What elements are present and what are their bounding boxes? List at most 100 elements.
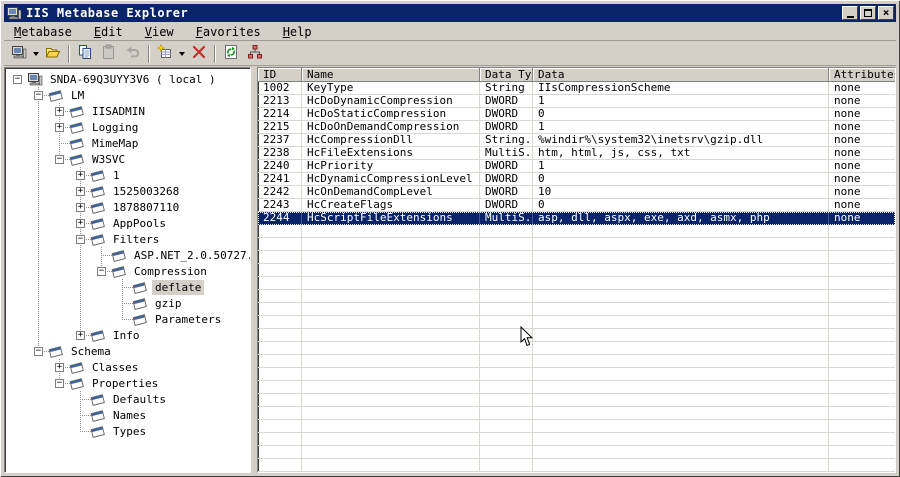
- cell-data: [533, 264, 829, 277]
- tree-item[interactable]: +1525003268: [5, 183, 250, 199]
- cell-name: [302, 225, 480, 238]
- table-row[interactable]: 1002 KeyType String IIsCompressionScheme non…: [258, 82, 895, 95]
- menu-item-edit[interactable]: Edit: [86, 24, 131, 40]
- column-header-name[interactable]: Name: [302, 68, 480, 82]
- tree-item-label: LM: [71, 88, 85, 102]
- close-icon: ×: [882, 6, 890, 19]
- table-row[interactable]: 2237HcCompressionDllString...%windir%\sy…: [258, 134, 895, 147]
- tree-item[interactable]: + Info: [5, 327, 250, 343]
- tree-view-button[interactable]: [243, 43, 267, 65]
- column-header-data-type[interactable]: Data Type: [480, 68, 533, 82]
- empty-table-row: [258, 342, 895, 355]
- table-row[interactable]: 2242 HcOnDemandCompLevel DWORD 10 none: [258, 186, 895, 199]
- tree-item[interactable]: +1: [5, 167, 250, 183]
- tree-item[interactable]: + IISADMIN: [5, 103, 250, 119]
- paste-icon: [101, 44, 117, 64]
- empty-table-row: [258, 368, 895, 381]
- expand-plus-icon[interactable]: +: [76, 218, 85, 228]
- cell-attributes: [829, 316, 895, 329]
- cell-name: [302, 407, 480, 420]
- key-icon: [69, 119, 85, 135]
- minimize-button[interactable]: [842, 6, 858, 20]
- table-row[interactable]: 2244HcScriptFileExtensionsMultiS...asp, …: [258, 212, 895, 225]
- expand-plus-icon[interactable]: +: [76, 170, 85, 180]
- column-header-id[interactable]: ID: [258, 68, 302, 82]
- cell-data: [533, 420, 829, 433]
- maximize-button[interactable]: [860, 6, 876, 20]
- chevron-down-icon: [179, 51, 185, 56]
- key-icon: [90, 391, 106, 407]
- tree-item[interactable]: − Properties: [5, 375, 250, 391]
- tree-item[interactable]: − Schema: [5, 343, 250, 359]
- expand-plus-icon[interactable]: +: [55, 122, 64, 132]
- tree-item[interactable]: − Filters: [5, 231, 250, 247]
- tree-item[interactable]: − Compression: [5, 263, 250, 279]
- tree-item[interactable]: deflate: [5, 279, 250, 295]
- cell-data-type: [480, 407, 533, 420]
- cell-name: HcDoStaticCompression: [302, 108, 480, 121]
- cell-data: [533, 355, 829, 368]
- tree-item-label: Names: [113, 408, 147, 422]
- tree-item[interactable]: Types: [5, 423, 250, 439]
- menu-item-help[interactable]: Help: [275, 24, 320, 40]
- cell-data: 1: [533, 160, 829, 173]
- expand-plus-icon[interactable]: +: [76, 202, 85, 212]
- tree-item[interactable]: − SNDA-69Q3UYY3V6 ( local ): [5, 71, 250, 87]
- menu-item-view[interactable]: View: [137, 24, 182, 40]
- tree-item[interactable]: − LM: [5, 87, 250, 103]
- undo-button[interactable]: [121, 43, 145, 65]
- open-button[interactable]: [41, 43, 65, 65]
- cell-name: [302, 433, 480, 446]
- cell-data-type: DWORD: [480, 108, 533, 121]
- empty-table-row: [258, 251, 895, 264]
- table-row[interactable]: 2241 HcDynamicCompressionLevel DWORD 0 none: [258, 173, 895, 186]
- table-row[interactable]: 2215 HcDoOnDemandCompression DWORD 1 none: [258, 121, 895, 134]
- copy-button[interactable]: [73, 43, 97, 65]
- expand-plus-icon[interactable]: +: [55, 362, 64, 372]
- tree-item[interactable]: + Classes: [5, 359, 250, 375]
- connect-button[interactable]: [7, 43, 31, 65]
- collapse-minus-icon[interactable]: −: [55, 378, 64, 388]
- tree-item[interactable]: gzip: [5, 295, 250, 311]
- tree-item-label: Defaults: [113, 392, 166, 406]
- collapse-minus-icon[interactable]: −: [97, 266, 106, 276]
- tree-item[interactable]: MimeMap: [5, 135, 250, 151]
- tree-item[interactable]: +1878807110: [5, 199, 250, 215]
- column-header-data[interactable]: Data: [533, 68, 829, 82]
- new-record-button[interactable]: [153, 43, 177, 65]
- table-row[interactable]: 2214 HcDoStaticCompression DWORD 0 none: [258, 108, 895, 121]
- tree-item[interactable]: + Logging: [5, 119, 250, 135]
- paste-button[interactable]: [97, 43, 121, 65]
- collapse-minus-icon[interactable]: −: [55, 154, 64, 164]
- open-folder-icon: [45, 44, 61, 64]
- tree-item[interactable]: − W3SVC: [5, 151, 250, 167]
- tree-item[interactable]: Names: [5, 407, 250, 423]
- expand-plus-icon[interactable]: +: [76, 330, 85, 340]
- close-button[interactable]: ×: [878, 6, 894, 20]
- cell-data: [533, 342, 829, 355]
- refresh-button[interactable]: [219, 43, 243, 65]
- expand-plus-icon[interactable]: +: [55, 106, 64, 116]
- table-row[interactable]: 2243 HcCreateFlags DWORD 0 none: [258, 199, 895, 212]
- tree-item[interactable]: ASP.NET_2.0.50727.0: [5, 247, 250, 263]
- cell-data-type: DWORD: [480, 160, 533, 173]
- collapse-minus-icon[interactable]: −: [34, 90, 43, 100]
- new-record-button-dropdown[interactable]: [177, 43, 187, 65]
- expand-plus-icon[interactable]: +: [76, 186, 85, 196]
- collapse-minus-icon[interactable]: −: [13, 74, 22, 84]
- table-row[interactable]: 2213 HcDoDynamicCompression DWORD 1 none: [258, 95, 895, 108]
- column-header-attributes[interactable]: Attributes: [829, 68, 895, 82]
- table-row[interactable]: 2240 HcPriority DWORD 1 none: [258, 160, 895, 173]
- table-row[interactable]: 2238HcFileExtensionsMultiS...htm, html, …: [258, 147, 895, 160]
- connect-button-dropdown[interactable]: [31, 43, 41, 65]
- collapse-minus-icon[interactable]: −: [34, 346, 43, 356]
- cell-data-type: [480, 316, 533, 329]
- tree-item[interactable]: + AppPools: [5, 215, 250, 231]
- tree-item[interactable]: Parameters: [5, 311, 250, 327]
- menu-item-metabase[interactable]: Metabase: [6, 24, 80, 40]
- delete-button[interactable]: [187, 43, 211, 65]
- collapse-minus-icon[interactable]: −: [76, 234, 85, 244]
- tree-item[interactable]: Defaults: [5, 391, 250, 407]
- menu-item-favorites[interactable]: Favorites: [188, 24, 269, 40]
- cell-id: [258, 264, 302, 277]
